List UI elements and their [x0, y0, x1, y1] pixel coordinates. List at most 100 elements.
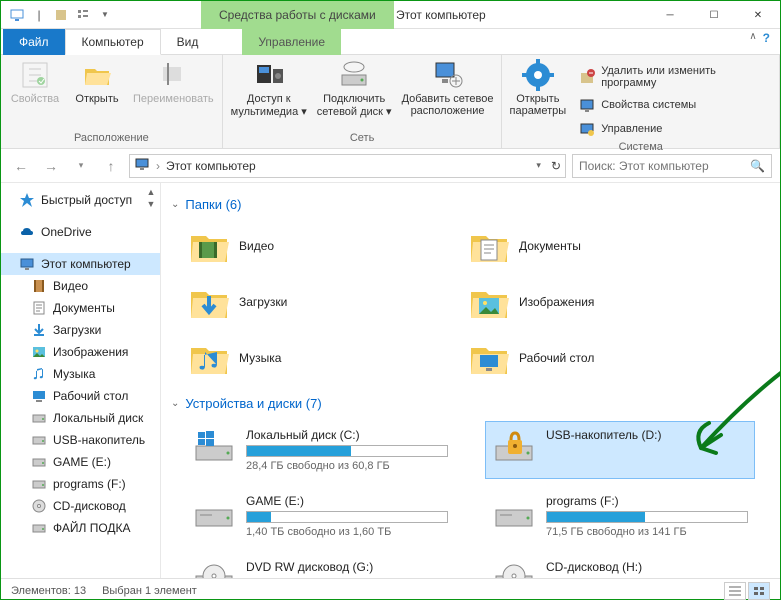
drive-capacity-bar: [246, 511, 448, 523]
help-chevron-icon[interactable]: ∧: [749, 31, 756, 45]
chevron-down-icon: ⌄: [171, 398, 179, 409]
pc-icon: [9, 7, 25, 23]
drive-free-text: 71,5 ГБ свободно из 141 ГБ: [546, 526, 748, 538]
drive-icon: [192, 494, 236, 532]
ribbon-tabs: Файл Компьютер Вид Управление ∧ ?: [1, 29, 780, 55]
sidebar-item[interactable]: ФАЙЛ ПОДКА: [1, 517, 160, 539]
help-icon[interactable]: ?: [763, 31, 770, 45]
sidebar-item[interactable]: Видео: [1, 275, 160, 297]
ribbon-manage-button[interactable]: Управление: [575, 119, 771, 139]
folder-item[interactable]: Видео: [185, 222, 435, 270]
title-tools-tab[interactable]: Средства работы с дисками: [201, 1, 394, 29]
qat-item-icon[interactable]: [53, 7, 69, 23]
nav-back-button[interactable]: ←: [9, 154, 33, 178]
disk-icon: [31, 410, 47, 426]
drive-item[interactable]: CD-дисковод (H:): [485, 553, 755, 578]
ribbon-group-label: Расположение: [9, 132, 214, 144]
address-dropdown-icon[interactable]: ▾: [536, 160, 541, 171]
disk-icon: [31, 454, 47, 470]
ribbon: Свойства Открыть Переименовать Расположе…: [1, 55, 780, 149]
folder-item[interactable]: Загрузки: [185, 278, 435, 326]
folder-icon: [469, 282, 509, 322]
nav-history-dropdown[interactable]: ▾: [69, 154, 93, 178]
sidebar-item-label: USB-накопитель: [53, 433, 145, 447]
ribbon-group-location: Свойства Открыть Переименовать Расположе…: [1, 55, 223, 148]
section-folders-header[interactable]: ⌄ Папки (6): [171, 197, 770, 212]
nav-forward-button[interactable]: →: [39, 154, 63, 178]
minimize-button[interactable]: ─: [648, 1, 692, 29]
sidebar-item[interactable]: Этот компьютер: [1, 253, 160, 275]
drive-item[interactable]: programs (F:) 71,5 ГБ свободно из 141 ГБ: [485, 487, 755, 545]
drive-icon: [492, 428, 536, 466]
ribbon-settings-button[interactable]: Открыть параметры: [510, 59, 565, 117]
search-icon[interactable]: 🔍: [750, 159, 765, 173]
pc-icon: [134, 156, 150, 175]
ribbon-group-network: Доступ к мультимедиа ▾ Подключить сетево…: [223, 55, 503, 148]
search-box[interactable]: 🔍: [572, 154, 772, 178]
section-devices-header[interactable]: ⌄ Устройства и диски (7): [171, 396, 770, 411]
folder-icon: [189, 282, 229, 322]
folder-label: Загрузки: [239, 295, 287, 309]
sidebar-item[interactable]: CD-дисковод: [1, 495, 160, 517]
tab-file[interactable]: Файл: [3, 29, 65, 55]
address-bar[interactable]: › Этот компьютер ▾ ↻: [129, 154, 566, 178]
qat-dropdown-icon[interactable]: ▼: [97, 7, 113, 23]
sidebar-item[interactable]: OneDrive: [1, 221, 160, 243]
ribbon-properties-button[interactable]: Свойства: [9, 59, 61, 105]
nav-up-button[interactable]: ↑: [99, 154, 123, 178]
ribbon-rename-button[interactable]: Переименовать: [133, 59, 214, 105]
drive-item[interactable]: Локальный диск (C:)28,4 ГБ свободно из 6…: [185, 421, 455, 479]
drive-icon: [492, 560, 536, 578]
dvd-icon: [31, 498, 47, 514]
folder-item[interactable]: Рабочий стол: [465, 334, 715, 382]
ribbon-netdrive-button[interactable]: Подключить сетевой диск ▾: [317, 59, 392, 118]
ribbon-open-button[interactable]: Открыть: [71, 59, 123, 105]
drive-label: USB-накопитель (D:): [546, 428, 748, 442]
drive-item[interactable]: GAME (E:)1,40 ТБ свободно из 1,60 ТБ: [185, 487, 455, 545]
view-icons-button[interactable]: [748, 582, 770, 600]
film-icon: [31, 278, 47, 294]
sidebar-item[interactable]: Музыка: [1, 363, 160, 385]
address-text: Этот компьютер: [166, 159, 256, 173]
view-details-button[interactable]: [724, 582, 746, 600]
folder-item[interactable]: Музыка: [185, 334, 435, 382]
search-input[interactable]: [579, 159, 750, 173]
folder-item[interactable]: Изображения: [465, 278, 715, 326]
qat-props-icon[interactable]: [75, 7, 91, 23]
sidebar-item[interactable]: Загрузки: [1, 319, 160, 341]
ribbon-media-button[interactable]: Доступ к мультимедиа ▾: [231, 59, 307, 118]
sidebar-item[interactable]: Рабочий стол: [1, 385, 160, 407]
sidebar-item[interactable]: Локальный диск: [1, 407, 160, 429]
pc-icon: [19, 256, 35, 272]
sidebar-item[interactable]: Изображения: [1, 341, 160, 363]
drive-icon: DVD: [192, 560, 236, 578]
window-title: Этот компьютер: [396, 1, 486, 29]
tab-view[interactable]: Вид: [161, 29, 215, 55]
ribbon-group-system: Открыть параметры Удалить или изменить п…: [502, 55, 780, 148]
close-button[interactable]: ✕: [736, 1, 780, 29]
maximize-button[interactable]: ☐: [692, 1, 736, 29]
sidebar-item-label: Загрузки: [53, 323, 101, 337]
ribbon-addnet-button[interactable]: Добавить сетевое расположение: [402, 59, 494, 118]
sidebar-item-label: ФАЙЛ ПОДКА: [53, 521, 131, 535]
drive-free-text: 28,4 ГБ свободно из 60,8 ГБ: [246, 460, 448, 472]
tab-computer[interactable]: Компьютер: [65, 29, 161, 55]
title-bar: | ▼ Средства работы с дисками Этот компь…: [1, 1, 780, 29]
refresh-icon[interactable]: ↻: [551, 159, 561, 173]
sidebar-item[interactable]: GAME (E:): [1, 451, 160, 473]
status-count: Элементов: 13: [11, 585, 86, 597]
drive-label: programs (F:): [546, 494, 748, 508]
ribbon-uninstall-button[interactable]: Удалить или изменить программу: [575, 63, 771, 91]
cloud-icon: [19, 224, 35, 240]
sidebar-item[interactable]: Быстрый доступ: [1, 189, 160, 211]
drive-item[interactable]: USB-накопитель (D:): [485, 421, 755, 479]
tab-manage[interactable]: Управление: [242, 29, 341, 55]
sidebar-item[interactable]: programs (F:): [1, 473, 160, 495]
sidebar-scrollbar[interactable]: ▲▼: [144, 187, 158, 209]
sidebar-item[interactable]: Документы: [1, 297, 160, 319]
doc-icon: [31, 300, 47, 316]
sidebar-item[interactable]: USB-накопитель: [1, 429, 160, 451]
folder-item[interactable]: Документы: [465, 222, 715, 270]
drive-item[interactable]: DVDDVD RW дисковод (G:): [185, 553, 455, 578]
ribbon-sysprops-button[interactable]: Свойства системы: [575, 95, 771, 115]
